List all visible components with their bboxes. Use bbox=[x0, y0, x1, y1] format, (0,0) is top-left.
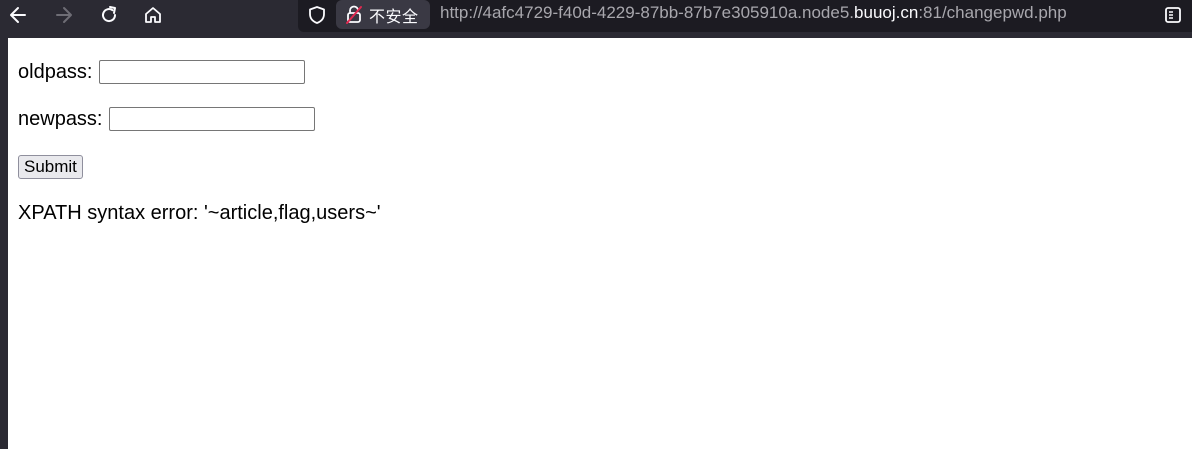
back-button[interactable] bbox=[0, 0, 36, 30]
reload-button[interactable] bbox=[91, 0, 127, 30]
arrow-left-icon bbox=[10, 7, 26, 23]
oldpass-input[interactable] bbox=[98, 60, 305, 84]
page-content: oldpass: newpass: Submit XPATH syntax er… bbox=[8, 38, 1192, 449]
newpass-label: newpass: bbox=[18, 107, 103, 130]
submit-button[interactable]: Submit bbox=[18, 155, 83, 179]
insecure-lock-icon bbox=[345, 5, 363, 25]
reader-view-button[interactable] bbox=[1162, 4, 1184, 26]
security-label: 不安全 bbox=[369, 6, 419, 26]
reload-icon bbox=[102, 6, 117, 23]
newpass-row: newpass: bbox=[18, 107, 315, 131]
url-text[interactable]: http://4afc4729-f40d-4229-87bb-87b7e3059… bbox=[440, 3, 1067, 23]
home-icon bbox=[145, 7, 161, 23]
newpass-input[interactable] bbox=[108, 107, 315, 131]
site-security-indicator[interactable]: 不安全 bbox=[336, 0, 430, 29]
oldpass-row: oldpass: bbox=[18, 60, 305, 84]
error-message: XPATH syntax error: '~article,flag,users… bbox=[18, 202, 381, 224]
browser-toolbar: 不安全 http://4afc4729-f40d-4229-87bb-87b7e… bbox=[0, 0, 1192, 38]
url-prefix: http://4afc4729-f40d-4229-87bb-87b7e3059… bbox=[440, 3, 855, 22]
home-button[interactable] bbox=[135, 0, 171, 30]
tracking-protection-button[interactable] bbox=[306, 4, 328, 26]
shield-icon bbox=[309, 6, 325, 24]
oldpass-label: oldpass: bbox=[18, 60, 93, 83]
reader-view-icon bbox=[1165, 7, 1181, 23]
forward-button[interactable] bbox=[46, 0, 82, 30]
url-bar[interactable]: 不安全 http://4afc4729-f40d-4229-87bb-87b7e… bbox=[298, 0, 1192, 32]
url-host: buuoj.cn bbox=[854, 3, 919, 22]
arrow-right-icon bbox=[56, 7, 72, 23]
url-suffix: :81/changepwd.php bbox=[918, 3, 1067, 22]
